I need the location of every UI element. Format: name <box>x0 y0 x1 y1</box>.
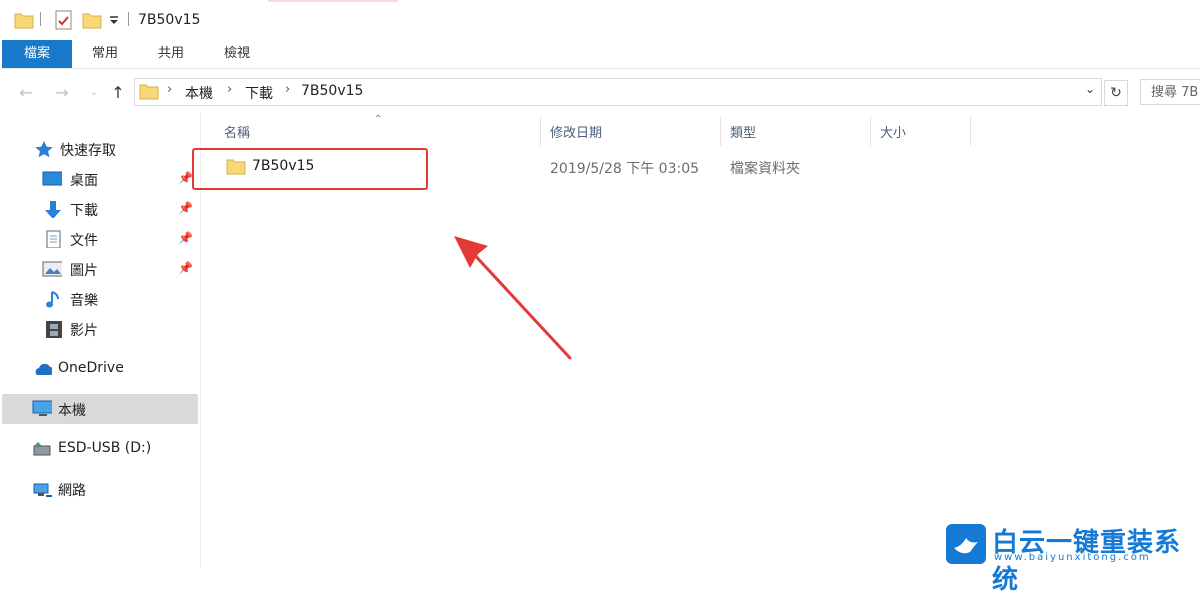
tab-share[interactable]: 共用 <box>146 40 196 68</box>
ribbon-tabs: 檔案 常用 共用 檢視 <box>0 40 1200 69</box>
chevron-down-icon[interactable]: ⌄ <box>1085 82 1095 96</box>
sidebar-item-pictures[interactable]: 圖片 📌 <box>0 254 198 284</box>
sidebar-item-label: 影片 <box>70 323 98 339</box>
breadcrumb-this-pc[interactable]: 本機 <box>185 83 213 103</box>
chevron-right-icon[interactable]: › <box>285 82 290 97</box>
column-header-date[interactable]: 修改日期 <box>550 122 602 141</box>
sidebar-item-label: 下載 <box>70 203 98 219</box>
sidebar-item-label: 音樂 <box>70 293 98 309</box>
folder-icon <box>139 84 159 100</box>
navigation-bar: ← → ⌄ ↑ › 本機 › 下載 › 7B50v15 ⌄ <box>0 76 1200 108</box>
highlight-box <box>192 148 428 190</box>
sidebar-item-documents[interactable]: 文件 📌 <box>0 224 198 254</box>
computer-icon <box>32 400 52 416</box>
bird-logo-icon <box>946 524 986 564</box>
folder-icon[interactable] <box>14 10 34 30</box>
document-icon <box>46 230 61 248</box>
sidebar-item-label: 文件 <box>70 233 98 249</box>
file-date: 2019/5/28 下午 03:05 <box>550 161 700 177</box>
column-divider[interactable] <box>970 116 971 146</box>
address-bar[interactable]: › 本機 › 下載 › 7B50v15 ⌄ <box>134 78 1102 106</box>
sidebar-item-onedrive[interactable]: OneDrive <box>0 354 198 384</box>
cloud-icon <box>35 363 52 375</box>
pin-icon[interactable]: 📌 <box>178 171 193 185</box>
sidebar-item-label: OneDrive <box>58 360 124 376</box>
new-folder-icon[interactable] <box>82 10 102 30</box>
sidebar-item-label: 快速存取 <box>60 143 116 159</box>
download-arrow-icon <box>45 201 61 218</box>
sidebar-item-label: 本機 <box>58 403 86 419</box>
breadcrumb-downloads[interactable]: 下載 <box>245 83 273 103</box>
navigation-pane: 快速存取 桌面 📌 下載 📌 文件 📌 圖片 📌 音樂 影片 OneDrive … <box>0 112 201 568</box>
tab-home[interactable]: 常用 <box>80 40 130 68</box>
pin-icon[interactable]: 📌 <box>178 201 193 215</box>
picture-icon <box>42 261 62 277</box>
sidebar-item-usb-drive[interactable]: ESD-USB (D:) <box>0 434 198 464</box>
watermark-url: www.baiyunxitong.com <box>994 552 1151 563</box>
network-icon <box>33 483 52 497</box>
chevron-right-icon[interactable]: › <box>227 82 232 97</box>
column-divider[interactable] <box>870 116 871 146</box>
sidebar-item-quick-access[interactable]: 快速存取 <box>0 134 198 164</box>
pin-icon[interactable]: 📌 <box>178 261 193 275</box>
search-input[interactable]: 搜尋 7B <box>1140 79 1200 105</box>
breadcrumb-current-folder[interactable]: 7B50v15 <box>301 83 363 99</box>
sidebar-item-label: 桌面 <box>70 173 98 189</box>
refresh-icon[interactable]: ↻ <box>1104 80 1128 106</box>
column-header-size[interactable]: 大小 <box>880 122 906 141</box>
window-title: 7B50v15 <box>138 12 201 28</box>
column-divider[interactable] <box>720 116 721 146</box>
sidebar-item-network[interactable]: 網路 <box>0 474 198 504</box>
title-accent <box>268 0 398 2</box>
tab-file[interactable]: 檔案 <box>2 40 72 68</box>
annotation-arrow-icon <box>454 236 572 360</box>
usb-drive-icon <box>33 442 51 456</box>
sidebar-item-videos[interactable]: 影片 <box>0 314 198 344</box>
watermark: 白云一键重装系统 www.baiyunxitong.com <box>944 522 1194 595</box>
title-bar: 7B50v15 <box>0 0 1200 40</box>
desktop-icon <box>42 171 62 186</box>
properties-icon[interactable] <box>54 9 74 31</box>
customize-dropdown-icon[interactable] <box>108 14 120 26</box>
music-note-icon <box>46 291 59 308</box>
sidebar-item-downloads[interactable]: 下載 📌 <box>0 194 198 224</box>
file-type: 檔案資料夾 <box>730 161 800 177</box>
recent-locations-icon[interactable]: ⌄ <box>82 80 106 104</box>
sort-ascending-icon: ⌃ <box>374 114 383 125</box>
column-header-type[interactable]: 類型 <box>730 122 756 141</box>
forward-arrow-icon[interactable]: → <box>50 80 74 104</box>
pin-icon[interactable]: 📌 <box>178 231 193 245</box>
star-icon <box>35 141 53 158</box>
title-separator <box>128 12 129 26</box>
up-arrow-icon[interactable]: ↑ <box>106 80 130 104</box>
sidebar-item-desktop[interactable]: 桌面 📌 <box>0 164 198 194</box>
sidebar-item-label: 網路 <box>58 483 86 499</box>
tab-view[interactable]: 檢視 <box>212 40 262 68</box>
qat-separator <box>40 12 41 26</box>
column-header-name[interactable]: 名稱 <box>224 122 250 141</box>
back-arrow-icon[interactable]: ← <box>14 80 38 104</box>
column-divider[interactable] <box>540 116 541 146</box>
sidebar-item-music[interactable]: 音樂 <box>0 284 198 314</box>
sidebar-item-label: ESD-USB (D:) <box>58 440 152 456</box>
film-icon <box>46 321 62 338</box>
sidebar-item-this-pc[interactable]: 本機 <box>2 394 198 424</box>
sidebar-item-label: 圖片 <box>70 263 98 279</box>
chevron-right-icon[interactable]: › <box>167 82 172 97</box>
